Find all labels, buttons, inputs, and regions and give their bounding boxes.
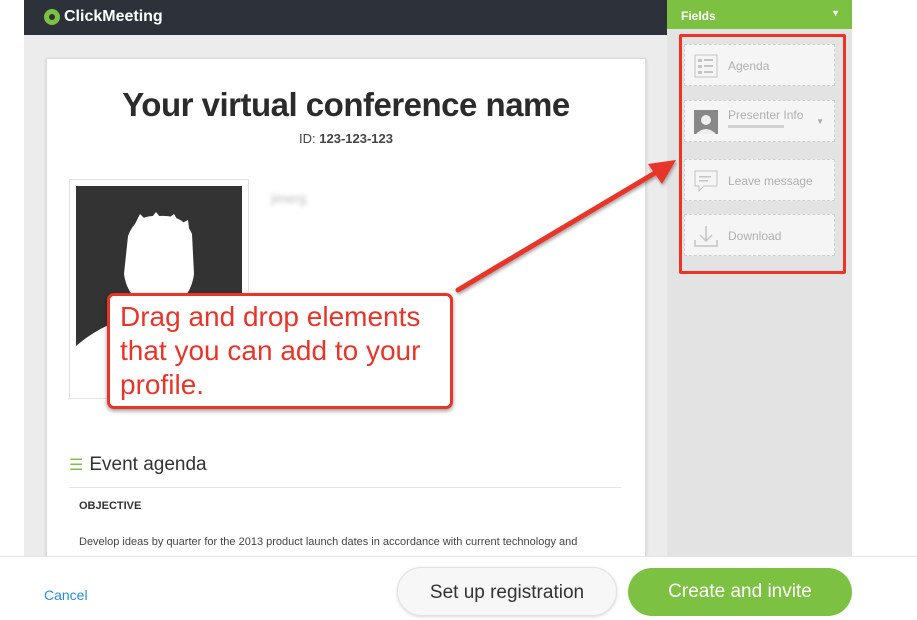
presenter-name: jimerg <box>271 191 307 206</box>
agenda-heading: ☰ Event agenda <box>69 454 207 476</box>
create-and-invite-button[interactable]: Create and invite <box>628 568 852 616</box>
divider <box>69 487 621 488</box>
annotation-callout: Drag and drop elements that you can add … <box>107 293 453 409</box>
caret-down-icon: ▼ <box>831 8 840 18</box>
callout-text: Drag and drop elements that you can add … <box>120 301 421 400</box>
app-name: ClickMeeting <box>64 8 163 25</box>
fields-highlight-box <box>679 34 846 274</box>
list-icon: ☰ <box>69 457 84 474</box>
cancel-link[interactable]: Cancel <box>44 587 88 603</box>
fields-panel-header[interactable]: Fields ▼ <box>667 0 852 29</box>
clickmeeting-logo: ClickMeeting <box>44 8 163 26</box>
agenda-text: Develop ideas by quarter for the 2013 pr… <box>79 536 578 557</box>
setup-registration-button[interactable]: Set up registration <box>397 567 617 616</box>
conference-id-label: ID: <box>299 131 316 146</box>
footer-bar: Cancel Set up registration Create and in… <box>0 556 917 620</box>
objective-label: OBJECTIVE <box>79 500 142 512</box>
logo-icon <box>44 9 60 25</box>
agenda-heading-text: Event agenda <box>89 454 207 475</box>
fields-title: Fields <box>681 9 716 23</box>
conference-id: ID: 123-123-123 <box>47 131 645 146</box>
conference-title[interactable]: Your virtual conference name <box>47 86 645 124</box>
conference-id-value: 123-123-123 <box>319 131 393 146</box>
top-header: ClickMeeting <box>24 0 667 35</box>
